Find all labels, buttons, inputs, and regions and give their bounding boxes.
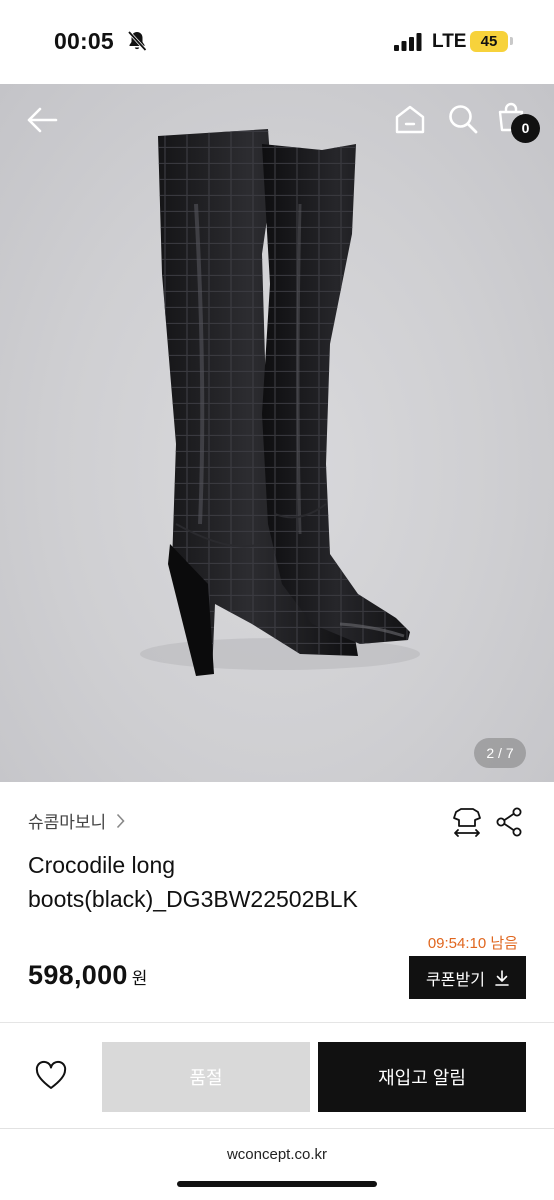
price-unit: 원 <box>131 969 148 988</box>
price-value: 598,000 <box>28 960 128 990</box>
url-text: wconcept.co.kr <box>226 1146 328 1163</box>
status-bar: 00:05 LTE 45 <box>0 0 554 84</box>
search-icon[interactable] <box>448 104 478 134</box>
browser-url-bar[interactable]: wconcept.co.kr <box>0 1128 554 1200</box>
share-icon[interactable] <box>496 807 522 837</box>
section-divider <box>0 1022 554 1023</box>
signal-icon <box>394 33 422 51</box>
brand-link[interactable]: 슈콤마보니 <box>28 808 125 833</box>
chevron-right-icon <box>117 813 125 828</box>
download-icon <box>495 969 509 986</box>
network-label: LTE <box>432 31 467 52</box>
home-indicator <box>177 1181 377 1187</box>
brand-name: 슈콤마보니 <box>28 813 107 832</box>
page-total: 7 <box>505 745 514 761</box>
home-icon[interactable] <box>394 104 426 134</box>
back-arrow-icon[interactable] <box>26 106 58 134</box>
image-page-indicator: 2 / 7 <box>474 738 526 768</box>
soldout-label: 품절 <box>189 1068 223 1088</box>
battery-indicator: 45 <box>470 31 508 52</box>
cart-count-badge: 0 <box>511 114 540 143</box>
product-title: Crocodile long boots(black)_DG3BW22502BL… <box>28 852 358 912</box>
heart-icon[interactable] <box>34 1060 68 1092</box>
product-image <box>140 129 420 676</box>
product-image-carousel[interactable]: 0 2 / 7 <box>0 84 554 782</box>
coupon-button[interactable]: 쿠폰받기 <box>409 956 526 999</box>
restock-label: 재입고 알림 <box>378 1068 466 1088</box>
countdown-timer: 09:54:10 남음 <box>427 935 518 952</box>
page-current: 2 <box>486 745 495 761</box>
status-time: 00:05 <box>54 28 114 54</box>
bell-slash-icon <box>127 30 147 52</box>
soldout-button[interactable]: 품절 <box>102 1042 310 1112</box>
page-separator: / <box>494 745 506 761</box>
battery-cap <box>510 37 513 45</box>
coupon-label: 쿠폰받기 <box>426 971 485 989</box>
size-guide-icon[interactable] <box>452 806 482 838</box>
price: 598,000 원 <box>28 960 147 991</box>
restock-alert-button[interactable]: 재입고 알림 <box>318 1042 526 1112</box>
